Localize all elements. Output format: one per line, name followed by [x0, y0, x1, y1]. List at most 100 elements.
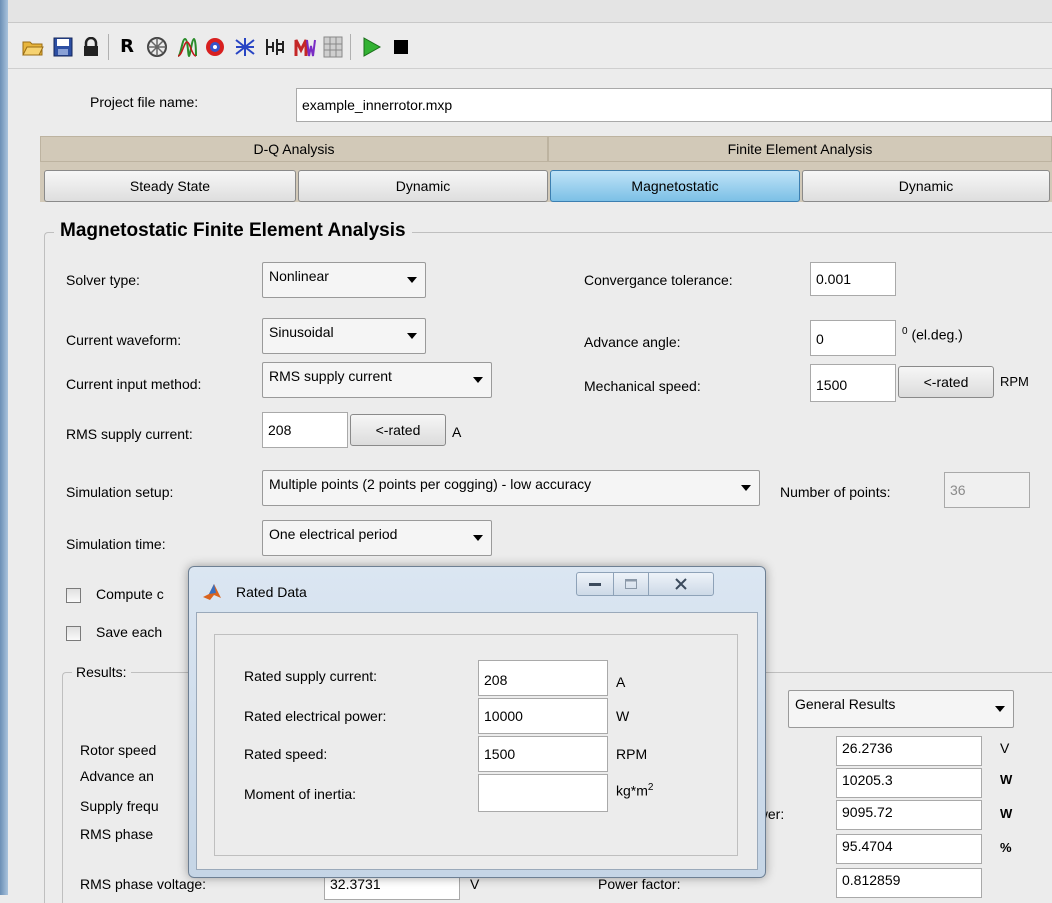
project-file-label: Project file name: — [90, 94, 199, 110]
chevron-down-icon — [473, 535, 483, 541]
open-folder-icon[interactable] — [22, 36, 44, 58]
chevron-down-icon — [473, 377, 483, 383]
r-icon[interactable]: R — [116, 36, 138, 58]
results-label: Results: — [72, 664, 131, 680]
input-method-select[interactable]: RMS supply current — [262, 362, 492, 398]
maximize-icon — [625, 579, 637, 589]
waveform-label: Current waveform: — [66, 332, 182, 348]
sim-setup-label: Simulation setup: — [66, 484, 174, 500]
tab-label: Dynamic — [395, 178, 451, 194]
results-type-select[interactable]: General Results — [788, 690, 1014, 728]
tab-label: Magnetostatic — [631, 178, 719, 194]
circle-target-icon[interactable] — [204, 36, 226, 58]
dialog-minimize-button[interactable] — [576, 572, 614, 596]
amp-unit: A — [452, 424, 462, 440]
panel-title: Magnetostatic Finite Element Analysis — [54, 220, 412, 242]
toolbar-separator — [350, 34, 351, 60]
degree-superscript: 0 — [902, 326, 908, 337]
run-icon[interactable] — [360, 36, 382, 58]
solver-type-select[interactable]: Nonlinear — [262, 262, 426, 298]
advance-angle-unit: 0 (el.deg.) — [902, 326, 963, 343]
result-left-label-0: Rotor speed — [80, 742, 157, 758]
sim-time-select[interactable]: One electrical period — [262, 520, 492, 556]
dialog-title: Rated Data — [236, 584, 307, 600]
grid-icon[interactable] — [322, 36, 344, 58]
result-right-unit-1: W — [1000, 772, 1013, 787]
circuit-icon[interactable] — [264, 36, 286, 58]
section-dq-header: D-Q Analysis — [40, 136, 548, 162]
rms-current-rated-button[interactable]: <-rated — [350, 414, 446, 446]
solver-type-label: Solver type: — [66, 272, 140, 288]
input-method-label: Current input method: — [66, 376, 202, 392]
winding-icon[interactable] — [234, 36, 256, 58]
lock-icon[interactable] — [80, 36, 102, 58]
tolerance-input[interactable]: 0.001 — [810, 262, 896, 296]
chevron-down-icon — [995, 706, 1005, 712]
rated-current-input[interactable]: 208 — [478, 660, 608, 696]
compute-label: Compute c — [96, 586, 164, 602]
sim-setup-select[interactable]: Multiple points (2 points per cogging) -… — [262, 470, 760, 506]
dialog-close-button[interactable] — [648, 572, 714, 596]
solver-type-value: Nonlinear — [269, 268, 329, 284]
dialog-maximize-button[interactable] — [613, 572, 649, 596]
rated-speed-unit: RPM — [616, 746, 648, 762]
tab-fea-magnetostatic[interactable]: Magnetostatic — [550, 170, 800, 202]
rated-power-input[interactable]: 10000 — [478, 698, 608, 734]
waveform-icon[interactable] — [176, 36, 198, 58]
inertia-unit: kg*m2 — [616, 782, 653, 799]
result-left-label-3: RMS phase — [80, 826, 154, 842]
result-left-label-4: RMS phase voltage: — [80, 876, 207, 892]
minimize-icon — [589, 583, 601, 586]
num-points-label: Number of points: — [780, 484, 891, 500]
tab-dq-dynamic[interactable]: Dynamic — [298, 170, 548, 202]
result-right-value-1: 10205.3 — [836, 768, 982, 798]
result-left-unit-0: V — [470, 876, 480, 892]
stop-icon[interactable] — [390, 36, 412, 58]
mech-speed-input[interactable]: 1500 — [810, 364, 896, 402]
tab-fea-dynamic[interactable]: Dynamic — [802, 170, 1050, 202]
result-right-label-4: Power factor: — [598, 876, 681, 892]
waveform-select[interactable]: Sinusoidal — [262, 318, 426, 354]
result-right-value-3: 95.4704 — [836, 834, 982, 864]
rated-speed-label: Rated speed: — [244, 746, 328, 762]
sim-setup-value: Multiple points (2 points per cogging) -… — [269, 476, 592, 492]
inertia-input[interactable] — [478, 774, 608, 812]
tolerance-label: Convergance tolerance: — [584, 272, 733, 288]
result-left-label-1: Advance an — [80, 768, 154, 784]
advance-angle-input[interactable]: 0 — [810, 320, 896, 356]
gear-fan-icon[interactable] — [146, 36, 168, 58]
result-left-label-2: Supply frequ — [80, 798, 159, 814]
result-right-value-0: 26.2736 — [836, 736, 982, 766]
save-each-label: Save each — [96, 624, 163, 640]
result-right-unit-2: W — [1000, 806, 1013, 821]
chevron-down-icon — [741, 485, 751, 491]
section-fea-label: Finite Element Analysis — [727, 141, 873, 157]
project-file-input[interactable]: example_innerrotor.mxp — [296, 88, 1052, 122]
result-right-value-4: 0.812859 — [836, 868, 982, 898]
save-icon[interactable] — [52, 36, 74, 58]
rated-speed-input[interactable]: 1500 — [478, 736, 608, 772]
save-each-checkbox[interactable] — [66, 626, 81, 641]
sim-time-value: One electrical period — [269, 526, 398, 542]
inertia-label: Moment of inertia: — [244, 786, 357, 802]
chevron-down-icon — [407, 277, 417, 283]
mw-icon[interactable] — [294, 36, 316, 58]
result-right-unit-0: V — [1000, 740, 1010, 756]
window-top-strip — [8, 0, 1052, 23]
mech-speed-rated-button[interactable]: <-rated — [898, 366, 994, 398]
result-right-unit-3: % — [1000, 840, 1012, 855]
rated-button-label: <-rated — [923, 374, 969, 390]
rms-current-input[interactable]: 208 — [262, 412, 348, 448]
rated-current-label: Rated supply current: — [244, 668, 378, 684]
tab-dq-steady-state[interactable]: Steady State — [44, 170, 296, 202]
inertia-unit-sup: 2 — [647, 782, 654, 793]
rated-power-unit: W — [616, 708, 630, 724]
rated-button-label: <-rated — [375, 422, 421, 438]
section-fea-header: Finite Element Analysis — [548, 136, 1052, 162]
compute-checkbox[interactable] — [66, 588, 81, 603]
rated-current-unit: A — [616, 674, 626, 690]
advance-angle-label: Advance angle: — [584, 334, 681, 350]
mech-speed-label: Mechanical speed: — [584, 378, 701, 394]
sim-time-label: Simulation time: — [66, 536, 166, 552]
result-right-value-2: 9095.72 — [836, 800, 982, 830]
